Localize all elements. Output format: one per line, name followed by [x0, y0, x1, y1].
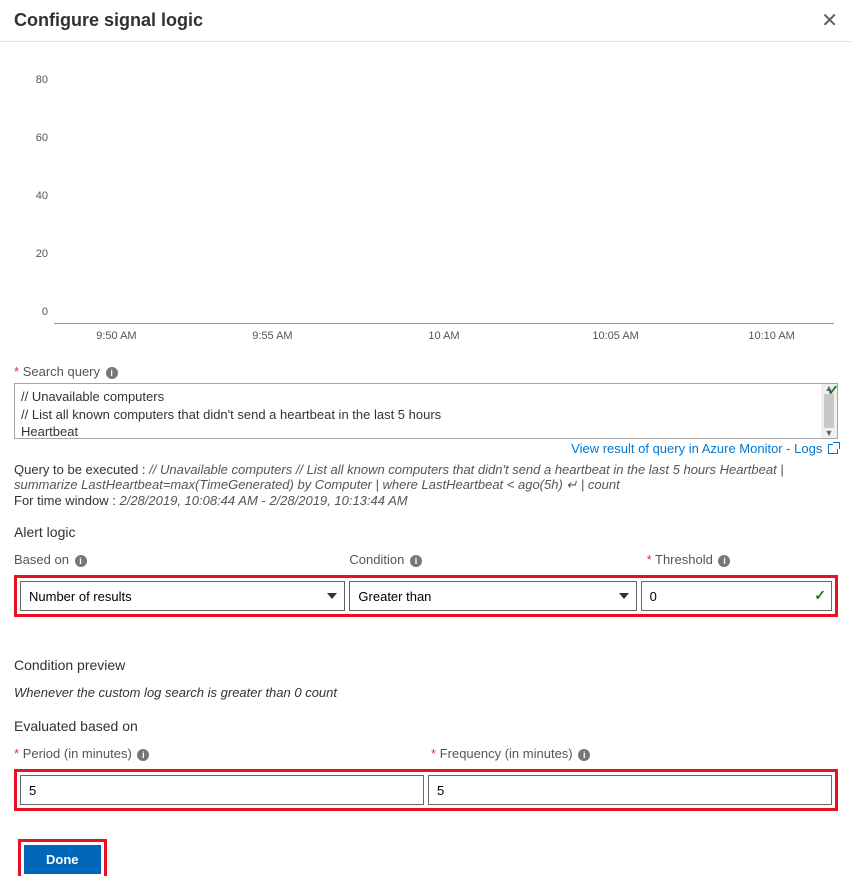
search-query-label: * Search query i	[14, 364, 838, 379]
x-tick: 9:50 AM	[96, 330, 136, 342]
check-icon: ✓	[827, 382, 839, 399]
evaluated-title: Evaluated based on	[14, 718, 838, 734]
x-tick: 10:05 AM	[592, 330, 638, 342]
alert-logic-highlight: Number of results Greater than ✓	[14, 575, 838, 617]
view-result-link[interactable]: View result of query in Azure Monitor - …	[571, 441, 838, 456]
y-tick: 40	[8, 190, 48, 202]
y-tick: 0	[8, 306, 48, 318]
y-tick: 80	[8, 74, 48, 86]
condition-preview-title: Condition preview	[14, 657, 838, 673]
x-tick: 10 AM	[428, 330, 459, 342]
info-icon[interactable]: i	[718, 555, 730, 567]
x-tick: 9:55 AM	[252, 330, 292, 342]
search-query-input[interactable]	[15, 384, 821, 438]
result-chart: 0 20 40 60 80 9:50 AM 9:55 AM 10 AM 10:0…	[14, 50, 838, 350]
alert-logic-title: Alert logic	[14, 524, 838, 540]
time-window-text: For time window : 2/28/2019, 10:08:44 AM…	[14, 493, 838, 508]
x-tick: 10:10 AM	[748, 330, 794, 342]
condition-label: Condition i	[349, 552, 636, 567]
info-icon[interactable]: i	[75, 555, 87, 567]
y-tick: 60	[8, 132, 48, 144]
frequency-input[interactable]	[428, 775, 832, 805]
based-on-select[interactable]: Number of results	[20, 581, 345, 611]
check-icon: ✓	[814, 587, 826, 604]
info-icon[interactable]: i	[106, 367, 118, 379]
threshold-label: * Threshold i	[647, 552, 838, 567]
info-icon[interactable]: i	[410, 555, 422, 567]
content-pane[interactable]: 0 20 40 60 80 9:50 AM 9:55 AM 10 AM 10:0…	[2, 42, 850, 876]
period-input[interactable]	[20, 775, 424, 805]
frequency-label: * Frequency (in minutes) i	[431, 746, 838, 761]
condition-select[interactable]: Greater than	[349, 581, 636, 611]
condition-preview-text: Whenever the custom log search is greate…	[14, 685, 838, 700]
period-label: * Period (in minutes) i	[14, 746, 421, 761]
dialog-title: Configure signal logic	[14, 10, 203, 31]
info-icon[interactable]: i	[578, 749, 590, 761]
evaluated-highlight	[14, 769, 838, 811]
external-link-icon	[828, 444, 838, 454]
close-icon[interactable]: ✕	[821, 11, 838, 31]
query-executed-text: Query to be executed : // Unavailable co…	[14, 462, 838, 493]
info-icon[interactable]: i	[137, 749, 149, 761]
done-highlight: Done	[18, 839, 107, 876]
y-tick: 20	[8, 248, 48, 260]
dialog-header: Configure signal logic ✕	[0, 0, 852, 42]
based-on-label: Based on i	[14, 552, 339, 567]
threshold-input[interactable]	[641, 581, 832, 611]
done-button[interactable]: Done	[24, 845, 101, 874]
search-query-box: ▲▼ ✓	[14, 383, 838, 439]
